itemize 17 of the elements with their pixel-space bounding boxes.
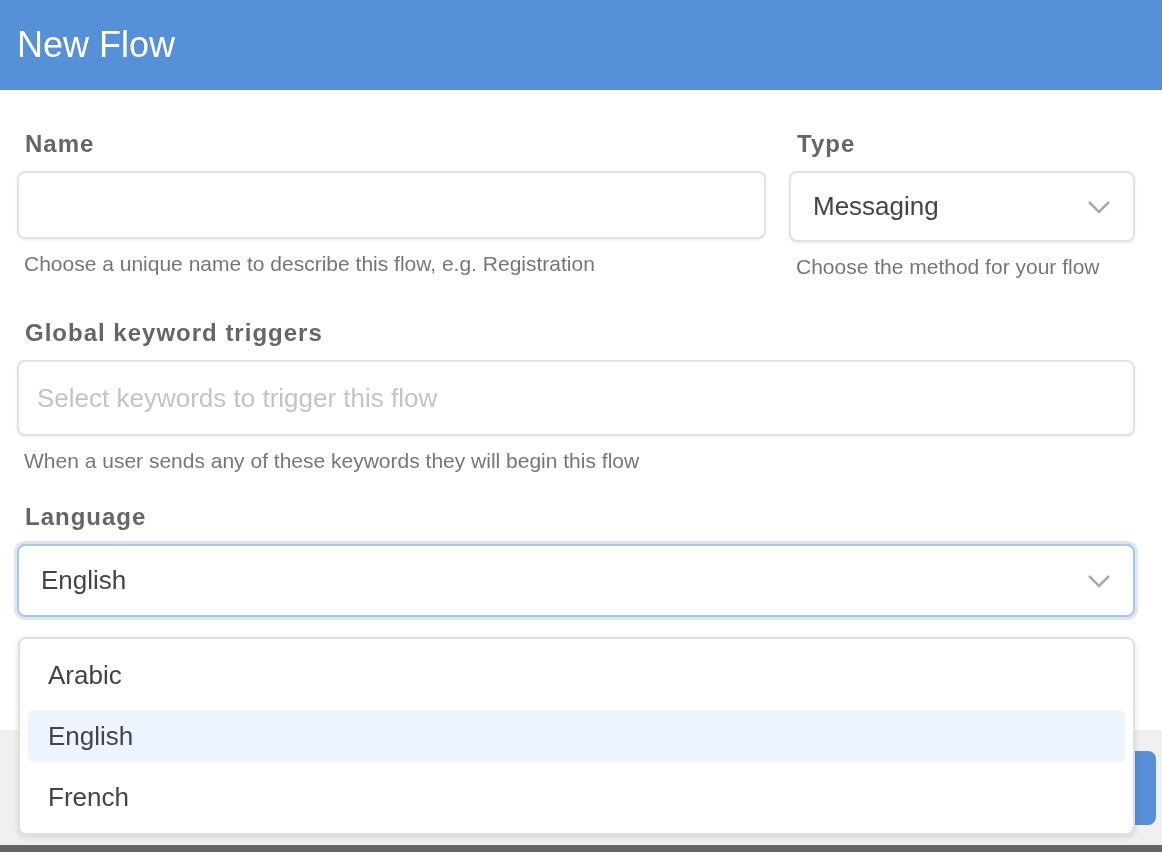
name-input[interactable] xyxy=(17,171,766,239)
chevron-down-icon xyxy=(1087,573,1111,588)
field-label: Type xyxy=(797,130,857,158)
type-select[interactable]: Messaging xyxy=(789,171,1135,242)
help-text: When a user sends any of these keywords they will begin this flow xyxy=(24,449,641,473)
dropdown-option[interactable]: French xyxy=(28,771,1125,823)
field-label: Name xyxy=(25,130,96,158)
help-text: Choose a unique name to describe this flow, e.g. Registration xyxy=(24,252,596,276)
help-text: Choose the method for your flow xyxy=(796,255,1101,279)
language-select[interactable]: English xyxy=(17,544,1135,617)
field-label: Language xyxy=(25,503,148,531)
dialog-title: New Flow xyxy=(17,24,176,66)
dropdown-option[interactable]: English xyxy=(28,710,1125,762)
dropdown-option[interactable]: Arabic xyxy=(28,649,1125,701)
field-label: Global keyword triggers xyxy=(25,319,324,347)
chevron-down-icon xyxy=(1087,199,1111,214)
keywords-input[interactable]: Select keywords to trigger this flow xyxy=(17,360,1135,436)
